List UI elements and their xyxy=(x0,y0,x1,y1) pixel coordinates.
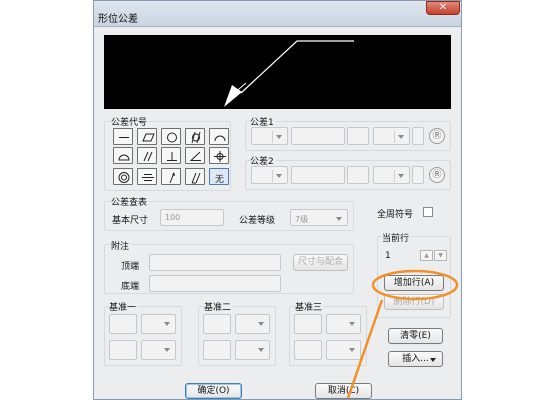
note-top-field[interactable] xyxy=(149,254,281,271)
tolerance2-tail-field[interactable] xyxy=(412,166,424,184)
all-around-checkbox[interactable] xyxy=(423,207,433,217)
tolerance-dialog: 形位公差 ✕ 公差代号 无 公差1 Ⓡ 公差2 Ⓡ 公差查表 基本尺寸 100 … xyxy=(93,0,462,400)
datum1-dropdown-1[interactable] xyxy=(141,314,176,334)
row-up-button[interactable]: ▲ xyxy=(420,250,433,261)
datum1-dropdown-2[interactable] xyxy=(141,340,176,360)
position-icon[interactable] xyxy=(209,147,229,164)
tolerance1-modifier-icon[interactable]: Ⓡ xyxy=(429,128,445,144)
all-around-label: 全周符号 xyxy=(377,210,414,220)
tolerance1-material-dropdown[interactable] xyxy=(373,127,410,145)
add-row-button[interactable]: 增加行(A) xyxy=(384,275,444,291)
grade-label: 公差等级 xyxy=(239,216,276,226)
tolerance2-extra-field[interactable] xyxy=(347,166,369,184)
ok-button[interactable]: 确定(O) xyxy=(185,383,242,399)
datum2-dropdown-1[interactable] xyxy=(235,314,270,334)
insert-button[interactable]: 插入... xyxy=(388,351,443,367)
note-top-label: 顶端 xyxy=(121,262,140,272)
angularity-icon[interactable] xyxy=(185,147,205,164)
tolerance2-material-dropdown[interactable] xyxy=(373,166,410,184)
size-fit-button[interactable]: 尺寸与配合 xyxy=(293,254,348,271)
datum1-label: 基准一 xyxy=(109,300,139,313)
tolerance2-modifier-icon[interactable]: Ⓡ xyxy=(429,167,445,183)
datum2-field-2[interactable] xyxy=(203,340,231,360)
leader-arrow-icon xyxy=(224,40,354,107)
note-bottom-label: 底端 xyxy=(121,282,140,292)
row-down-button[interactable]: ▼ xyxy=(434,250,447,261)
symmetry-icon[interactable] xyxy=(137,168,157,185)
tolerance1-extra-field[interactable] xyxy=(347,127,369,145)
datum2-field-1[interactable] xyxy=(203,314,231,334)
datum1-field-2[interactable] xyxy=(109,340,137,360)
circular-runout-icon[interactable] xyxy=(161,168,181,185)
current-row-value: 1 xyxy=(385,251,391,261)
close-button[interactable]: ✕ xyxy=(426,1,460,15)
tolerance-code-label: 公差代号 xyxy=(111,115,150,128)
note-label: 附注 xyxy=(111,239,132,252)
parallelism-icon[interactable] xyxy=(137,147,157,164)
grade-value: 7级 xyxy=(295,215,309,224)
concentricity-icon[interactable] xyxy=(113,168,133,185)
tolerance2-diameter-dropdown[interactable] xyxy=(251,166,288,184)
tolerance1-tail-field[interactable] xyxy=(412,127,424,145)
tolerance1-diameter-dropdown[interactable] xyxy=(251,127,288,145)
cylindricity-icon[interactable] xyxy=(185,128,205,145)
current-row-label: 当前行 xyxy=(382,231,412,244)
none-icon[interactable]: 无 xyxy=(209,168,229,185)
surface-profile-icon[interactable] xyxy=(113,147,133,164)
flatness-icon[interactable] xyxy=(137,128,157,145)
delete-row-button[interactable]: 删除行(D) xyxy=(384,294,444,310)
clear-button[interactable]: 清零(E) xyxy=(388,328,443,344)
title-bar[interactable]: 形位公差 ✕ xyxy=(94,1,461,27)
straightness-icon[interactable] xyxy=(113,128,133,145)
circularity-icon[interactable] xyxy=(161,128,181,145)
window-title: 形位公差 xyxy=(98,14,138,25)
datum1-field-1[interactable] xyxy=(109,314,137,334)
preview-canvas xyxy=(104,35,451,109)
datum3-label: 基准三 xyxy=(295,300,325,313)
line-profile-icon[interactable] xyxy=(209,128,229,145)
grade-dropdown[interactable]: 7级 xyxy=(290,209,348,226)
lookup-label: 公差查表 xyxy=(111,195,150,208)
datum3-field-1[interactable] xyxy=(294,314,322,334)
perpendicularity-icon[interactable] xyxy=(161,147,181,164)
tolerance1-value-field[interactable] xyxy=(291,127,345,145)
tolerance2-value-field[interactable] xyxy=(291,166,345,184)
note-bottom-field[interactable] xyxy=(149,275,281,292)
insert-label: 插入... xyxy=(402,354,429,364)
basic-size-field[interactable]: 100 xyxy=(160,209,224,226)
basic-size-label: 基本尺寸 xyxy=(112,216,149,226)
total-runout-icon[interactable] xyxy=(185,168,205,185)
cancel-button[interactable]: 取消(C) xyxy=(315,383,372,399)
datum3-dropdown-2[interactable] xyxy=(326,340,361,360)
datum2-dropdown-2[interactable] xyxy=(235,340,270,360)
chevron-down-icon xyxy=(430,358,436,362)
datum3-field-2[interactable] xyxy=(294,340,322,360)
datum3-dropdown-1[interactable] xyxy=(326,314,361,334)
datum2-label: 基准二 xyxy=(204,300,234,313)
none-label: 无 xyxy=(215,175,225,185)
